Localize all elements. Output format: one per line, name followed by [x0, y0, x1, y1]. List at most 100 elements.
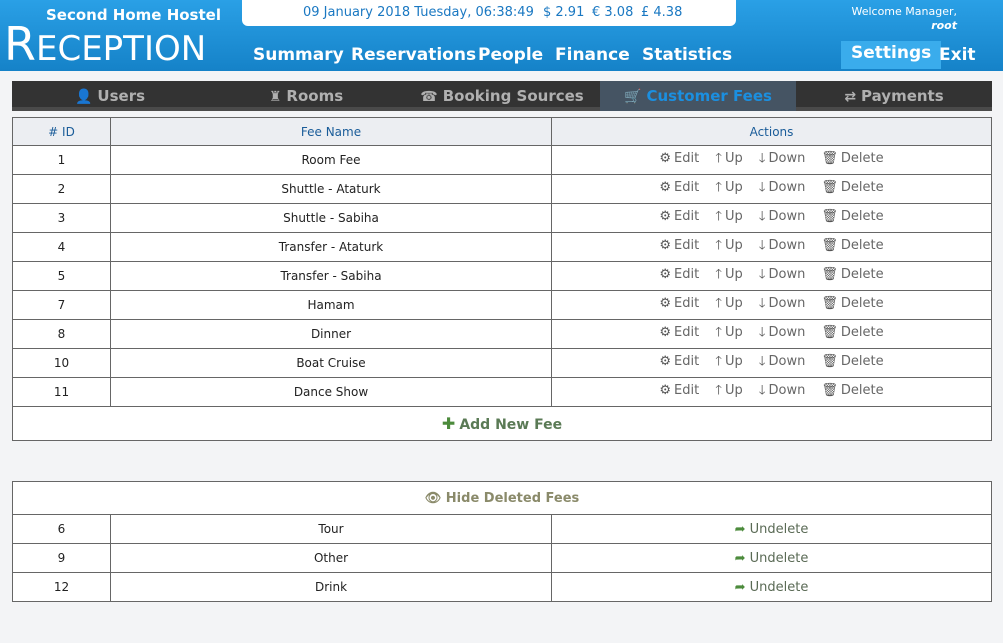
- up-button[interactable]: 🡑 Up: [715, 236, 743, 258]
- app-logo: RECEPTION: [4, 17, 207, 71]
- col-id: # ID: [12, 117, 111, 146]
- datetime: 09 January 2018 Tuesday, 06:38:49: [303, 5, 534, 20]
- nav-settings[interactable]: Settings: [841, 41, 942, 69]
- fee-name: Dinner: [110, 319, 552, 349]
- table-row: 10 Boat Cruise ⚙ Edit 🡑 Up 🡓 Down 🗑 Delete: [12, 348, 992, 378]
- edit-button[interactable]: ⚙ Edit: [659, 209, 699, 224]
- delete-button[interactable]: 🗑 Delete: [821, 383, 883, 398]
- delete-button[interactable]: 🗑 Delete: [821, 354, 883, 369]
- delete-button[interactable]: 🗑 Delete: [821, 325, 883, 340]
- down-button[interactable]: 🡓 Down: [759, 294, 806, 316]
- nav-people[interactable]: People: [478, 45, 543, 65]
- up-button[interactable]: 🡑 Up: [715, 381, 743, 403]
- edit-button[interactable]: ⚙ Edit: [659, 151, 699, 166]
- tab-users[interactable]: 👤 Users: [12, 81, 208, 111]
- eur-rate: € 3.08: [592, 5, 634, 20]
- edit-button[interactable]: ⚙ Edit: [659, 325, 699, 340]
- plus-icon: ✚: [441, 414, 456, 433]
- gear-icon: ⚙: [659, 267, 672, 282]
- tab-rooms[interactable]: ♜ Rooms: [208, 81, 404, 111]
- fee-actions: ⚙ Edit 🡑 Up 🡓 Down 🗑 Delete: [551, 377, 992, 407]
- fee-actions: ⚙ Edit 🡑 Up 🡓 Down 🗑 Delete: [551, 319, 992, 349]
- edit-button[interactable]: ⚙ Edit: [659, 180, 699, 195]
- undelete-button[interactable]: ➦ Undelete: [551, 543, 992, 573]
- table-row: 5 Transfer - Sabiha ⚙ Edit 🡑 Up 🡓 Down 🗑 Delete: [12, 261, 992, 291]
- edit-button[interactable]: ⚙ Edit: [659, 238, 699, 253]
- rook-icon: ♜: [268, 89, 282, 105]
- app-header: Second Home Hostel RECEPTION 09 January …: [0, 0, 1003, 71]
- delete-button[interactable]: 🗑 Delete: [821, 180, 883, 195]
- fee-id: 3: [12, 203, 111, 233]
- add-new-fee-button[interactable]: ✚ Add New Fee: [12, 406, 992, 441]
- fee-id: 12: [12, 572, 111, 602]
- nav-exit[interactable]: Exit: [939, 45, 976, 65]
- up-button[interactable]: 🡑 Up: [715, 323, 743, 345]
- up-button[interactable]: 🡑 Up: [715, 294, 743, 316]
- nav-statistics[interactable]: Statistics: [642, 45, 732, 65]
- gear-icon: ⚙: [659, 209, 672, 224]
- fee-actions: ⚙ Edit 🡑 Up 🡓 Down 🗑 Delete: [551, 232, 992, 262]
- down-button[interactable]: 🡓 Down: [759, 149, 806, 171]
- down-button[interactable]: 🡓 Down: [759, 381, 806, 403]
- table-row: 8 Dinner ⚙ Edit 🡑 Up 🡓 Down 🗑 Delete: [12, 319, 992, 349]
- fee-name: Shuttle - Sabiha: [110, 203, 552, 233]
- down-button[interactable]: 🡓 Down: [759, 178, 806, 200]
- arrow-down-icon: 🡓: [758, 354, 766, 369]
- fees-table: # ID Fee Name Actions 1 Room Fee ⚙ Edit 🡑 Up 🡓…: [12, 117, 992, 441]
- undelete-button[interactable]: ➦ Undelete: [551, 514, 992, 544]
- welcome-box: Welcome Manager, root: [851, 5, 957, 33]
- arrow-down-icon: 🡓: [758, 383, 766, 398]
- trash-icon: 🗑: [821, 238, 838, 253]
- delete-button[interactable]: 🗑 Delete: [821, 151, 883, 166]
- undelete-button[interactable]: ➦ Undelete: [551, 572, 992, 602]
- fee-name: Shuttle - Ataturk: [110, 174, 552, 204]
- trash-icon: 🗑: [821, 267, 838, 282]
- table-row: 9 Other ➦ Undelete: [12, 543, 992, 573]
- down-button[interactable]: 🡓 Down: [759, 352, 806, 374]
- gear-icon: ⚙: [659, 151, 672, 166]
- arrow-down-icon: 🡓: [758, 296, 766, 311]
- edit-button[interactable]: ⚙ Edit: [659, 354, 699, 369]
- delete-button[interactable]: 🗑 Delete: [821, 238, 883, 253]
- gear-icon: ⚙: [659, 238, 672, 253]
- arrow-up-icon: 🡑: [715, 267, 722, 282]
- nav-finance[interactable]: Finance: [555, 45, 630, 65]
- username: root: [931, 19, 957, 32]
- delete-button[interactable]: 🗑 Delete: [821, 296, 883, 311]
- arrow-up-icon: 🡑: [715, 383, 722, 398]
- down-button[interactable]: 🡓 Down: [759, 236, 806, 258]
- up-button[interactable]: 🡑 Up: [715, 265, 743, 287]
- tab-booking-sources[interactable]: ☎ Booking Sources: [404, 81, 600, 111]
- col-actions: Actions: [551, 117, 992, 146]
- up-button[interactable]: 🡑 Up: [715, 352, 743, 374]
- fee-name: Other: [110, 543, 552, 573]
- edit-button[interactable]: ⚙ Edit: [659, 383, 699, 398]
- arrow-up-icon: 🡑: [715, 354, 722, 369]
- hide-deleted-fees-toggle[interactable]: 👁 Hide Deleted Fees: [12, 481, 992, 515]
- fee-name: Tour: [110, 514, 552, 544]
- arrow-up-icon: 🡑: [715, 325, 722, 340]
- up-button[interactable]: 🡑 Up: [715, 178, 743, 200]
- down-button[interactable]: 🡓 Down: [759, 207, 806, 229]
- up-button[interactable]: 🡑 Up: [715, 149, 743, 171]
- tab-customer-fees[interactable]: 🛒 Customer Fees: [600, 81, 796, 111]
- delete-button[interactable]: 🗑 Delete: [821, 267, 883, 282]
- tab-payments[interactable]: ⇄ Payments: [796, 81, 992, 111]
- nav-summary[interactable]: Summary: [253, 45, 344, 65]
- edit-button[interactable]: ⚙ Edit: [659, 296, 699, 311]
- up-button[interactable]: 🡑 Up: [715, 207, 743, 229]
- arrow-up-icon: 🡑: [715, 209, 722, 224]
- table-row: 7 Hamam ⚙ Edit 🡑 Up 🡓 Down 🗑 Delete: [12, 290, 992, 320]
- arrow-down-icon: 🡓: [758, 151, 766, 166]
- arrow-up-icon: 🡑: [715, 296, 722, 311]
- down-button[interactable]: 🡓 Down: [759, 323, 806, 345]
- fee-id: 9: [12, 543, 111, 573]
- delete-button[interactable]: 🗑 Delete: [821, 209, 883, 224]
- fee-actions: ⚙ Edit 🡑 Up 🡓 Down 🗑 Delete: [551, 203, 992, 233]
- deleted-fees-table: 👁 Hide Deleted Fees 6 Tour ➦ Undelete 9 Othe…: [12, 481, 992, 602]
- nav-reservations[interactable]: Reservations: [351, 45, 476, 65]
- edit-button[interactable]: ⚙ Edit: [659, 267, 699, 282]
- fee-actions: ⚙ Edit 🡑 Up 🡓 Down 🗑 Delete: [551, 290, 992, 320]
- down-button[interactable]: 🡓 Down: [759, 265, 806, 287]
- fee-id: 1: [12, 145, 111, 175]
